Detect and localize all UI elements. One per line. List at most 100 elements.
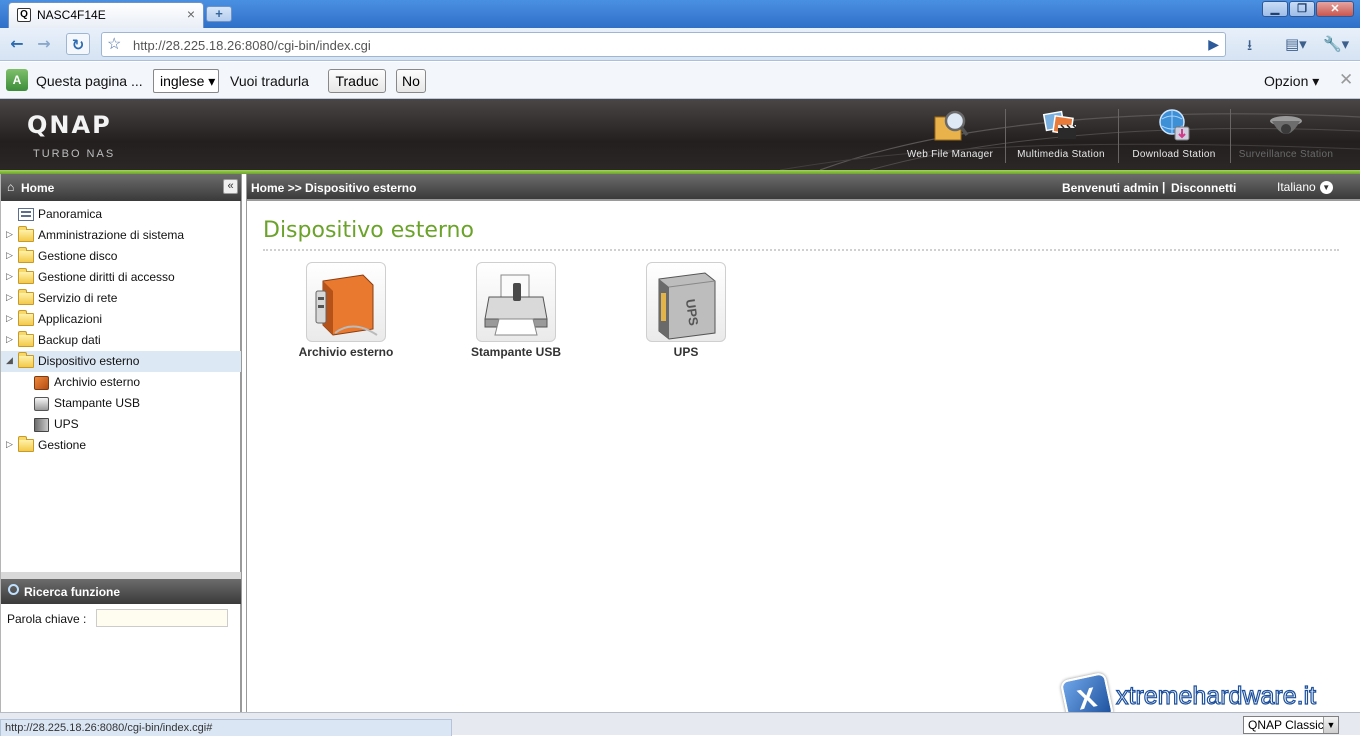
collapse-sidebar-button[interactable]: « <box>223 179 238 194</box>
expand-arrow-icon[interactable]: ▷ <box>6 229 13 240</box>
status-url: http://28.225.18.26:8080/cgi-bin/index.c… <box>0 719 452 736</box>
skin-select[interactable]: QNAP Classic ▼ <box>1243 716 1339 734</box>
magnifier-folder-icon <box>934 110 969 141</box>
minimize-window-button[interactable]: ▁ <box>1262 1 1288 17</box>
folder-icon <box>18 268 34 284</box>
sidebar-item-servizio-rete[interactable]: ▷ Servizio di rete <box>1 288 241 309</box>
qnap-logo: QNAP <box>27 111 112 139</box>
sidebar-item-backup-dati[interactable]: ▷ Backup dati <box>1 330 241 351</box>
sidebar-item-amministrazione[interactable]: ▷ Amministrazione di sistema <box>1 225 241 246</box>
globe-download-icon <box>1159 109 1190 141</box>
panel-divider <box>1 572 241 579</box>
sidebar-item-diritti-accesso[interactable]: ▷ Gestione diritti di accesso <box>1 267 241 288</box>
search-panel-title: Ricerca funzione <box>24 585 121 599</box>
translate-button[interactable]: Traduc <box>328 69 386 93</box>
no-translate-button[interactable]: No <box>396 69 426 93</box>
sidebar-item-applicazioni[interactable]: ▷ Applicazioni <box>1 309 241 330</box>
keyword-input[interactable] <box>96 609 228 627</box>
main-topbar: Home >> Dispositivo esterno Benvenuti ad… <box>247 174 1360 201</box>
stampante-usb-tile[interactable]: Stampante USB <box>441 262 591 359</box>
qnap-favicon-icon: Q <box>17 8 31 22</box>
sidebar-item-panoramica[interactable]: Panoramica <box>1 204 241 225</box>
expand-arrow-icon[interactable]: ▷ <box>6 334 13 345</box>
browser-navbar: ← → ↻ ☆ http://28.225.18.26:8080/cgi-bin… <box>0 28 1360 61</box>
forward-button[interactable]: → <box>32 33 56 55</box>
browser-statusbar: http://28.225.18.26:8080/cgi-bin/index.c… <box>0 712 1360 736</box>
qnap-subtitle: TURBO NAS <box>33 148 116 160</box>
folder-icon <box>18 310 34 326</box>
web-file-manager-launcher[interactable]: Web File Manager <box>903 107 997 167</box>
sidebar-item-label: Backup dati <box>38 333 101 347</box>
expand-arrow-icon[interactable]: ▷ <box>6 439 13 450</box>
language-label: Italiano <box>1277 180 1316 194</box>
bookmark-star-icon[interactable]: ☆ <box>107 34 121 54</box>
expand-arrow-icon[interactable]: ▷ <box>6 313 13 324</box>
header-divider <box>1118 109 1119 163</box>
logout-link[interactable]: Disconnetti <box>1171 181 1236 195</box>
menu-tree: Panoramica ▷ Amministrazione di sistema … <box>1 204 241 456</box>
sidebar-item-gestione-disco[interactable]: ▷ Gestione disco <box>1 246 241 267</box>
page-menu-icon[interactable]: ▤▾ <box>1285 35 1307 53</box>
maximize-window-button[interactable]: ❐ <box>1289 1 1315 17</box>
sidebar: ⌂ Home « Panoramica ▷ Amministrazione di… <box>0 174 242 712</box>
external-disk-icon <box>315 274 378 336</box>
archivio-esterno-tile[interactable]: Archivio esterno <box>271 262 421 359</box>
search-panel-header: Ricerca funzione <box>1 579 241 604</box>
folder-icon <box>18 436 34 452</box>
tab-title: NASC4F14E <box>37 8 106 22</box>
app-label: Surveillance Station <box>1238 149 1334 160</box>
infobar-options-menu[interactable]: Opzion ▾ <box>1264 73 1319 90</box>
expand-arrow-icon[interactable]: ▷ <box>6 292 13 303</box>
home-icon[interactable]: ⌂ <box>7 180 14 194</box>
sidebar-home-link[interactable]: Home <box>21 181 54 195</box>
search-icon <box>8 584 19 595</box>
breadcrumb-home-link[interactable]: Home <box>251 181 284 195</box>
address-bar[interactable]: ☆ http://28.225.18.26:8080/cgi-bin/index… <box>101 32 1226 57</box>
open-folder-icon <box>18 352 34 368</box>
sidebar-subitem-stampante-usb[interactable]: Stampante USB <box>1 393 241 414</box>
infobar-message: Questa pagina ... <box>36 73 143 89</box>
tile-label: Archivio esterno <box>298 345 394 359</box>
tile-label: UPS <box>673 345 699 359</box>
header-divider <box>1005 109 1006 163</box>
chevron-down-icon: ▼ <box>1319 181 1333 195</box>
sidebar-item-label: Servizio di rete <box>38 291 118 305</box>
surveillance-station-launcher[interactable]: Surveillance Station <box>1236 107 1336 167</box>
close-window-button[interactable]: ✕ <box>1316 1 1354 17</box>
source-language-select[interactable]: inglese ▾ <box>153 69 219 93</box>
sidebar-subitem-ups[interactable]: UPS <box>1 414 241 435</box>
sidebar-subitem-archivio-esterno[interactable]: Archivio esterno <box>1 372 241 393</box>
welcome-text: Benvenuti admin <box>1062 181 1159 195</box>
ups-icon: UPS <box>658 272 716 340</box>
app-label: Web File Manager <box>906 149 994 160</box>
multimedia-station-launcher[interactable]: Multimedia Station <box>1013 107 1109 167</box>
wrench-icon[interactable]: 🔧▾ <box>1323 35 1349 53</box>
infobar-close-icon[interactable]: ✕ <box>1339 70 1353 90</box>
sidebar-item-gestione[interactable]: ▷ Gestione <box>1 435 241 456</box>
address-url[interactable]: http://28.225.18.26:8080/cgi-bin/index.c… <box>133 38 371 53</box>
sidebar-item-label: Gestione <box>38 438 87 452</box>
expand-arrow-icon[interactable]: ▷ <box>6 271 13 282</box>
chevron-down-icon[interactable]: ▼ <box>1323 717 1338 733</box>
sidebar-item-label: UPS <box>54 417 79 431</box>
download-icon[interactable]: ⭳ <box>1247 35 1252 60</box>
sidebar-item-dispositivo-esterno[interactable]: ◢ Dispositivo esterno <box>1 351 241 372</box>
expand-arrow-icon[interactable]: ▷ <box>6 250 13 261</box>
tab-close-icon[interactable]: × <box>187 6 195 22</box>
collapse-arrow-icon[interactable]: ◢ <box>6 355 13 366</box>
back-button[interactable]: ← <box>5 33 29 55</box>
function-search-panel: Ricerca funzione Parola chiave : <box>1 572 241 712</box>
title-divider <box>263 249 1339 251</box>
download-station-launcher[interactable]: Download Station <box>1128 107 1220 167</box>
tile-icon-frame <box>476 262 556 342</box>
qnap-header: QNAP TURBO NAS Web File Manager Multimed… <box>0 99 1360 170</box>
page-title: Dispositivo esterno <box>263 218 474 243</box>
skin-select-value: QNAP Classic <box>1248 718 1324 732</box>
ups-tile[interactable]: UPS UPS <box>611 262 761 359</box>
new-tab-button[interactable]: + <box>206 6 232 22</box>
browser-tab[interactable]: Q NASC4F14E × <box>8 2 204 28</box>
keyword-label: Parola chiave : <box>7 612 87 626</box>
reload-button[interactable]: ↻ <box>66 33 90 55</box>
go-arrow-icon[interactable]: ▶ <box>1208 36 1219 53</box>
language-menu[interactable]: Italiano ▼ <box>1277 180 1333 195</box>
